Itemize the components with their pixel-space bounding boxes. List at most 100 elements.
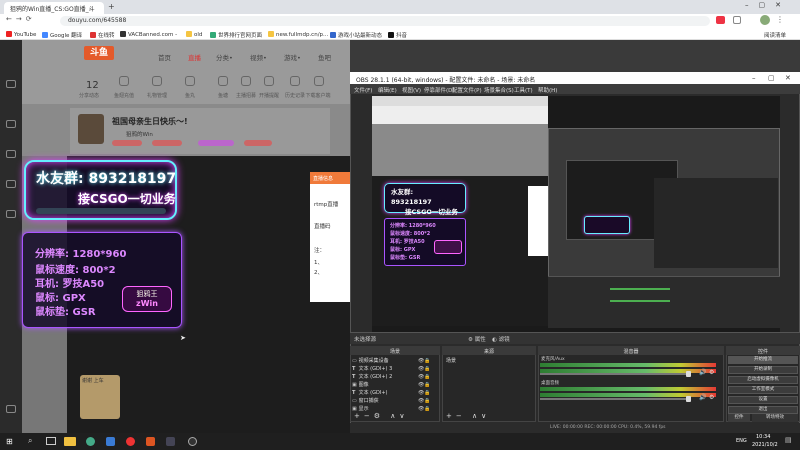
share-button[interactable] — [152, 140, 182, 146]
list-item[interactable]: ▣ 显示 — [352, 405, 369, 412]
menu-docks[interactable]: 停靠部件(D) — [424, 86, 455, 94]
follow-button[interactable] — [198, 140, 234, 146]
streamer-name[interactable]: 狙鸦的Win — [126, 130, 153, 138]
nav-arrows-icon[interactable]: ←→⟳ — [6, 15, 36, 23]
new-tab-icon[interactable]: + — [108, 2, 115, 11]
filters-button[interactable]: ◐ 滤镜 — [492, 335, 510, 343]
steam-icon[interactable] — [166, 437, 175, 446]
obs-icon[interactable] — [188, 437, 197, 446]
menu-file[interactable]: 文件(F) — [354, 86, 372, 94]
bookmark-vacbanned[interactable]: VACBanned.com - — [120, 31, 177, 38]
list-item[interactable]: ▣ 图像 — [352, 381, 369, 388]
menu-scene-collection[interactable]: 场景集合(S) — [484, 86, 514, 94]
nav-fishbar[interactable]: 鱼吧 — [318, 52, 331, 62]
studio-mode-button[interactable]: 工作室模式 — [728, 386, 798, 394]
menu-icon[interactable]: ⋮ — [776, 15, 784, 24]
app-icon[interactable] — [106, 437, 115, 446]
language-indicator[interactable]: ENG — [736, 438, 747, 444]
rail-video-icon[interactable] — [6, 180, 16, 188]
subscribe-button[interactable] — [244, 140, 272, 146]
nav-game[interactable]: 游戏• — [284, 52, 301, 62]
stat-label[interactable]: 鱼翅充值 — [109, 92, 139, 99]
stat-icon[interactable] — [218, 76, 228, 86]
clock-time[interactable]: 10:34 — [756, 434, 770, 440]
properties-button[interactable]: ⚙ 属性 — [468, 335, 486, 343]
gear-icon[interactable]: ⚙ — [709, 394, 714, 401]
stat-label[interactable]: 鱼丸 — [175, 92, 205, 99]
list-item[interactable]: ▭ 窗口捕获 — [352, 397, 379, 404]
app-icon[interactable] — [146, 437, 155, 446]
menu-tools[interactable]: 工具(T) — [514, 86, 533, 94]
list-item[interactable]: T 文本 (GDI+) 3 — [352, 365, 392, 372]
browser-tab-active[interactable]: 狙鸦的Win直播_CS:GO直播_斗 — [4, 2, 104, 14]
exit-button[interactable]: 退出 — [728, 406, 798, 414]
obs-close-icon[interactable]: ✕ — [785, 74, 791, 82]
menu-help[interactable]: 帮助(H) — [538, 86, 557, 94]
bookmark-google-translate[interactable]: Google 翻译 — [42, 31, 82, 39]
task-view-icon[interactable] — [46, 437, 56, 445]
bookmark-douyin[interactable]: 抖音 — [388, 31, 407, 39]
avatar[interactable] — [760, 15, 770, 25]
start-streaming-button[interactable]: 开始推流 — [728, 356, 798, 364]
bookmark-game-site[interactable]: 游戏小站最新动态 — [330, 31, 382, 39]
speaker-icon[interactable]: 🔊 — [699, 369, 706, 376]
list-item[interactable]: T 文本 (GDI+) 2 — [352, 373, 392, 380]
puzzle-icon[interactable] — [733, 16, 741, 24]
gear-icon[interactable]: ⚙ — [709, 369, 714, 376]
stat-icon[interactable] — [185, 76, 195, 86]
rail-settings-icon[interactable] — [6, 405, 16, 413]
site-logo[interactable]: 斗鱼 — [84, 46, 114, 60]
stat-label[interactable]: 分享动态 — [74, 92, 104, 99]
report-button[interactable] — [112, 140, 142, 146]
history-icon[interactable] — [290, 76, 300, 86]
scene-add-remove-icons[interactable]: +−⚙ ∧∨ — [354, 412, 408, 420]
gift-card[interactable]: 谢谢 上车 — [80, 375, 120, 419]
tab-controls[interactable]: 控件 — [728, 414, 750, 422]
source-add-remove-icons[interactable]: +− ∧∨ — [446, 412, 490, 420]
start-recording-button[interactable]: 开始录制 — [728, 366, 798, 374]
nav-live[interactable]: 直播 — [188, 52, 201, 62]
obs-minimize-icon[interactable]: – — [752, 74, 756, 82]
menu-view[interactable]: 视图(V) — [402, 86, 421, 94]
stat-icon[interactable] — [119, 76, 129, 86]
visibility-lock-icons[interactable]: 👁🔒 👁🔒 👁🔒 👁🔒 👁🔒 👁🔒 👁🔒 — [418, 357, 436, 413]
download-icon[interactable] — [314, 76, 324, 86]
nav-home[interactable]: 首页 — [158, 52, 171, 62]
chrome-icon[interactable] — [86, 437, 95, 446]
search-icon[interactable]: ⌕ — [28, 436, 32, 446]
windows-start-icon[interactable]: ⊞ — [6, 437, 13, 446]
streamer-avatar[interactable] — [78, 114, 104, 144]
bookmark-fullmdp[interactable]: new.fullmdp.cn/p... — [268, 31, 328, 38]
reading-list[interactable]: 阅读清单 — [764, 31, 786, 39]
bookmark-world-rank[interactable]: 世界排行官网页面 — [210, 31, 262, 39]
stat-label[interactable]: 下载客户端 — [303, 92, 333, 99]
alarm-icon[interactable] — [264, 76, 274, 86]
rail-home-icon[interactable] — [6, 80, 16, 88]
menu-edit[interactable]: 编辑(E) — [378, 86, 397, 94]
volume-slider[interactable] — [540, 373, 690, 375]
rail-game-icon[interactable] — [6, 210, 16, 218]
tab-transitions[interactable]: 转场特效 — [752, 414, 798, 422]
stat-icon[interactable] — [241, 76, 251, 86]
nav-video[interactable]: 视频• — [250, 52, 267, 62]
settings-button[interactable]: 设置 — [728, 396, 798, 404]
stat-label[interactable]: 礼物管理 — [142, 92, 172, 99]
volume-knob[interactable] — [686, 396, 691, 402]
stat-icon[interactable] — [152, 76, 162, 86]
nav-category[interactable]: 分类• — [216, 52, 233, 62]
list-item[interactable]: T 文本 (GDI+) — [352, 389, 387, 396]
obs-maximize-icon[interactable]: ▢ — [768, 74, 775, 82]
rail-follow-icon[interactable] — [6, 120, 16, 128]
menu-profile[interactable]: 配置文件(P) — [452, 86, 482, 94]
bookmark-3[interactable]: 在线转 — [90, 31, 115, 39]
speaker-icon[interactable]: 🔊 — [699, 394, 706, 401]
volume-slider[interactable] — [540, 398, 690, 400]
file-explorer-icon[interactable] — [64, 437, 76, 446]
url-input[interactable]: douyu.com/645588 — [60, 16, 710, 26]
clock-date[interactable]: 2021/10/2 — [752, 442, 778, 448]
list-item[interactable]: ▭ 视频采集设备 — [352, 357, 389, 364]
rail-category-icon[interactable] — [6, 150, 16, 158]
bookmark-youtube[interactable]: YouTube — [6, 31, 36, 38]
app-icon[interactable] — [126, 437, 135, 446]
bookmark-old[interactable]: old — [186, 31, 202, 38]
